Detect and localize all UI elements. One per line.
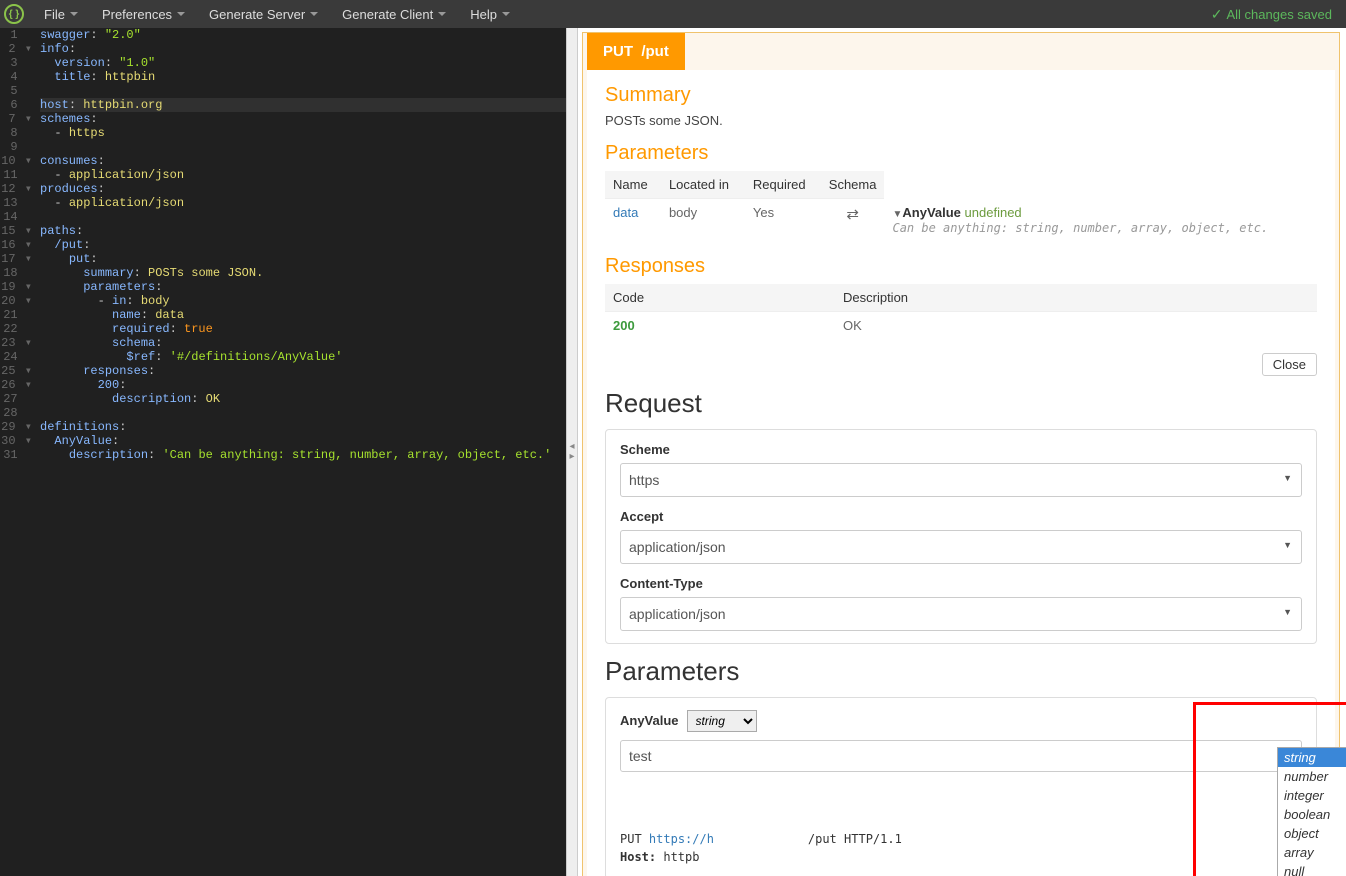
schema-desc: Can be anything: string, number, array, … xyxy=(892,221,1268,235)
editor-code[interactable]: swagger: "2.0"info: version: "1.0" title… xyxy=(40,28,566,462)
response-row: 200 OK xyxy=(605,311,1317,339)
type-option-string[interactable]: string xyxy=(1278,748,1346,767)
param-located: body xyxy=(661,199,745,241)
scheme-select[interactable]: https xyxy=(620,463,1302,497)
type-option-array[interactable]: array xyxy=(1278,843,1346,862)
th-desc: Description xyxy=(835,284,1317,312)
menu-file[interactable]: File xyxy=(32,0,90,28)
type-option-number[interactable]: number xyxy=(1278,767,1346,786)
save-status: ✓All changes saved xyxy=(1211,6,1342,23)
code-editor[interactable]: 1 2 ▾3 4 5 6 7 ▾8 9 10 ▾11 12 ▾13 14 15 … xyxy=(0,28,566,876)
accept-label: Accept xyxy=(620,509,1302,524)
preview-panel: PUT /put Summary POSTs some JSON. Parame… xyxy=(578,28,1346,876)
logo-icon: { } xyxy=(4,4,24,24)
content-type-label: Content-Type xyxy=(620,576,1302,591)
summary-heading: Summary xyxy=(605,84,1317,107)
type-option-integer[interactable]: integer xyxy=(1278,786,1346,805)
type-option-boolean[interactable]: boolean xyxy=(1278,805,1346,824)
caret-icon xyxy=(438,12,446,16)
request-heading: Request xyxy=(605,388,1317,419)
request-config-panel: Scheme https Accept application/json Con… xyxy=(605,429,1317,644)
method-tab[interactable]: PUT /put xyxy=(587,33,685,70)
type-select[interactable]: string xyxy=(687,710,757,732)
th-code: Code xyxy=(605,284,835,312)
split-handle[interactable]: ◂▸ xyxy=(566,28,578,876)
th-required: Required xyxy=(745,171,821,199)
scheme-label: Scheme xyxy=(620,442,1302,457)
topbar: { } File Preferences Generate Server Gen… xyxy=(0,0,1346,28)
grip-icon: ◂▸ xyxy=(569,442,574,462)
caret-icon xyxy=(177,12,185,16)
type-option-object[interactable]: object xyxy=(1278,824,1346,843)
request-params-panel: AnyValue string PUT https://hxxxxxxxxxxx… xyxy=(605,697,1317,876)
th-located: Located in xyxy=(661,171,745,199)
schema-toggle[interactable]: ▼AnyValue xyxy=(892,205,960,220)
menu-help[interactable]: Help xyxy=(458,0,522,28)
swap-icon[interactable]: ⇄ xyxy=(846,206,859,223)
content-type-select[interactable]: application/json xyxy=(620,597,1302,631)
caret-icon xyxy=(310,12,318,16)
th-schema: Schema xyxy=(821,171,885,199)
caret-icon xyxy=(502,12,510,16)
resp-code: 200 xyxy=(605,311,835,339)
param-required: Yes xyxy=(745,199,821,241)
th-name: Name xyxy=(605,171,661,199)
summary-text: POSTs some JSON. xyxy=(605,113,1317,128)
raw-request: PUT https://hxxxxxxxxxxxxx/put HTTP/1.1 … xyxy=(620,830,1302,866)
menu-generate-client[interactable]: Generate Client xyxy=(330,0,458,28)
check-icon: ✓ xyxy=(1211,6,1223,23)
responses-table: Code Description 200 OK xyxy=(605,284,1317,339)
menu-preferences[interactable]: Preferences xyxy=(90,0,197,28)
caret-icon xyxy=(70,12,78,16)
resp-desc: OK xyxy=(835,311,1317,339)
endpoint-path: /put xyxy=(641,43,669,60)
req-param-name: AnyValue xyxy=(620,713,679,728)
type-dropdown[interactable]: stringnumberintegerbooleanobjectarraynul… xyxy=(1277,747,1346,876)
schema-type: undefined xyxy=(965,205,1022,220)
responses-heading: Responses xyxy=(605,255,1317,278)
param-row: data body Yes ⇄ ▼AnyValue undefined Can … xyxy=(605,199,1317,241)
request-parameters-heading: Parameters xyxy=(605,656,1317,687)
editor-gutter: 1 2 ▾3 4 5 6 7 ▾8 9 10 ▾11 12 ▾13 14 15 … xyxy=(0,28,40,462)
menu-generate-server[interactable]: Generate Server xyxy=(197,0,330,28)
param-name-link[interactable]: data xyxy=(613,205,638,220)
param-value-input[interactable] xyxy=(620,740,1302,772)
accept-select[interactable]: application/json xyxy=(620,530,1302,564)
parameters-heading: Parameters xyxy=(605,142,1317,165)
http-method: PUT xyxy=(603,43,633,60)
parameters-table: Name Located in Required Schema data bod… xyxy=(605,171,1317,241)
close-button[interactable]: Close xyxy=(1262,353,1317,376)
type-option-null[interactable]: null xyxy=(1278,862,1346,876)
